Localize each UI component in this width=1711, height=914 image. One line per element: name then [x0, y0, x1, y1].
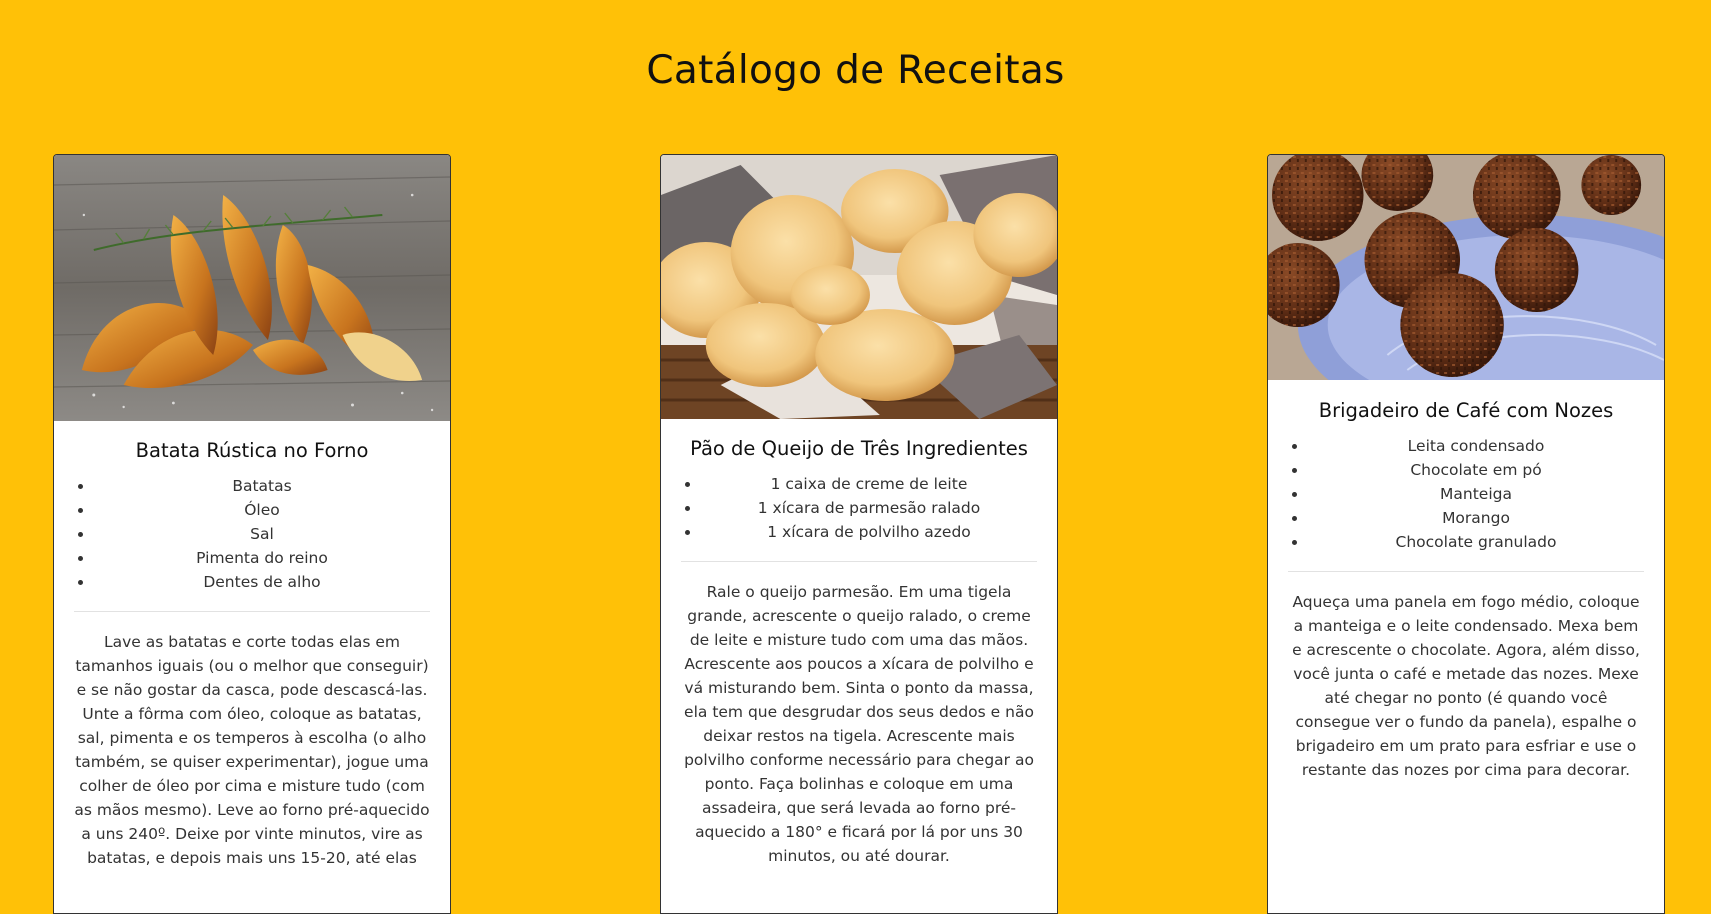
divider	[681, 561, 1037, 562]
recipe-title: Brigadeiro de Café com Nozes	[1318, 399, 1614, 422]
ingredient-item: Pimenta do reino	[94, 546, 430, 570]
ingredient-item: Chocolate granulado	[1308, 530, 1644, 554]
ingredient-item: Chocolate em pó	[1308, 458, 1644, 482]
ingredient-item: Batatas	[94, 474, 430, 498]
recipe-instructions: Aqueça uma panela em fogo médio, coloque…	[1292, 593, 1640, 779]
recipe-title: Pão de Queijo de Três Ingredientes	[690, 437, 1028, 460]
recipe-instructions: Rale o queijo parmesão. Em uma tigela gr…	[684, 583, 1034, 865]
ingredient-list: Leita condensado Chocolate em pó Manteig…	[1288, 434, 1644, 554]
ingredient-item: 1 caixa de creme de leite	[701, 472, 1037, 496]
ingredient-item: Sal	[94, 522, 430, 546]
ingredient-list: Batatas Óleo Sal Pimenta do reino Dentes…	[74, 474, 430, 594]
ingredient-item: Leita condensado	[1308, 434, 1644, 458]
ingredient-list: 1 caixa de creme de leite 1 xícara de pa…	[681, 472, 1037, 544]
recipe-card-brigadeiro: Brigadeiro de Café com Nozes Leita conde…	[1267, 154, 1665, 914]
cheese-bread-photo	[661, 155, 1057, 419]
ingredient-item: Manteiga	[1308, 482, 1644, 506]
ingredient-item: 1 xícara de parmesão ralado	[701, 496, 1037, 520]
recipe-title: Batata Rústica no Forno	[135, 439, 369, 462]
brigadeiro-photo	[1268, 155, 1664, 380]
recipe-card-batata-rustica: Batata Rústica no Forno Batatas Óleo Sal…	[53, 154, 451, 914]
divider	[1288, 571, 1644, 572]
page-title: Catálogo de Receitas	[646, 48, 1065, 93]
recipe-card-pao-de-queijo: Pão de Queijo de Três Ingredientes 1 cai…	[660, 154, 1058, 914]
recipe-instructions: Lave as batatas e corte todas elas em ta…	[74, 633, 430, 867]
potato-wedges-photo	[54, 155, 450, 421]
ingredient-item: Dentes de alho	[94, 570, 430, 594]
divider	[74, 611, 430, 612]
ingredient-item: Óleo	[94, 498, 430, 522]
ingredient-item: 1 xícara de polvilho azedo	[701, 520, 1037, 544]
ingredient-item: Morango	[1308, 506, 1644, 530]
